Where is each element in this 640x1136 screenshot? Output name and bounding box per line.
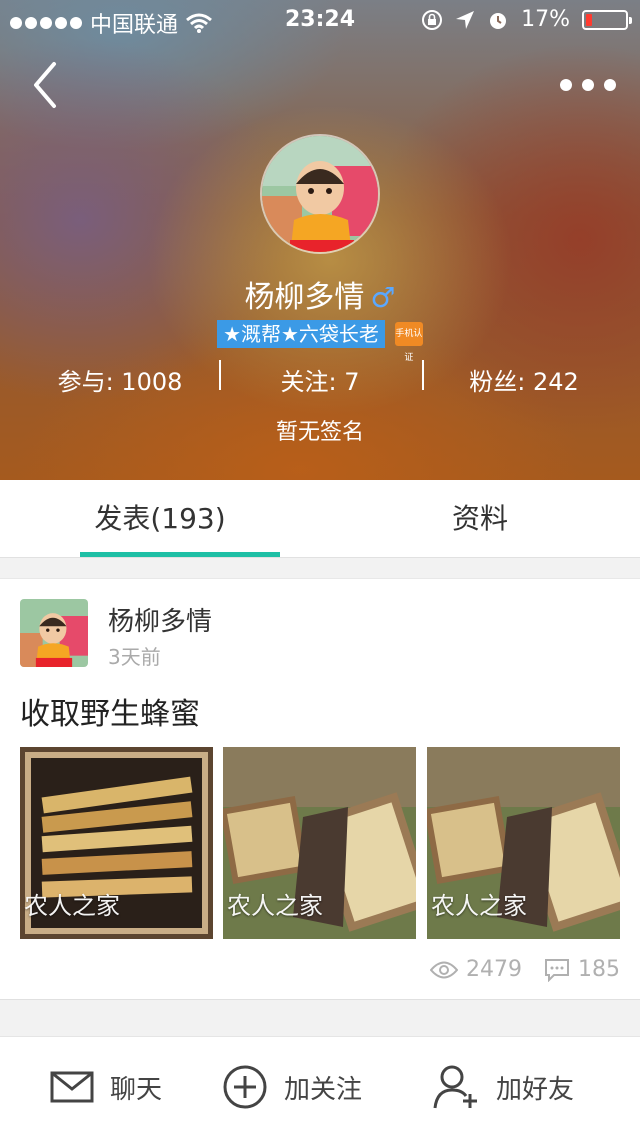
comment-icon: [545, 958, 569, 982]
post-image[interactable]: 农人之家: [20, 747, 213, 939]
alarm-icon: [490, 12, 507, 29]
profile-tabs: 发表(193) 资料: [0, 480, 640, 558]
post-author-name[interactable]: 杨柳多情: [108, 601, 212, 638]
active-tab-indicator: [80, 552, 280, 557]
watermark: 农人之家: [431, 892, 527, 920]
badge-row: ★溉帮★六袋长老 手机认证: [0, 320, 640, 363]
post-meta: 2479 185: [430, 957, 620, 982]
view-count: 2479: [466, 957, 522, 982]
stat-participate[interactable]: 参与: 1008: [40, 362, 200, 397]
stat-divider: [219, 360, 221, 390]
more-options-button[interactable]: [560, 70, 616, 100]
tab-posts[interactable]: 发表(193): [0, 480, 320, 558]
post-time: 3天前: [108, 645, 161, 669]
profile-header: 中国联通 23:24 17% 杨柳多情 ♂ ★溉帮★六袋长老 手机认证 参与: …: [0, 0, 640, 480]
add-user-icon: [433, 1065, 477, 1109]
post-author-avatar[interactable]: [20, 599, 88, 667]
post-image[interactable]: 农人之家: [223, 747, 416, 939]
profile-stats: 参与: 1008 关注: 7 粉丝: 242: [0, 356, 640, 396]
tab-profile[interactable]: 资料: [320, 480, 640, 558]
chat-button[interactable]: 聊天: [50, 1037, 162, 1136]
add-friend-label: 加好友: [496, 1074, 575, 1105]
location-arrow-icon: [456, 10, 475, 29]
mail-icon: [50, 1071, 94, 1103]
post-title[interactable]: 收取野生蜂蜜: [20, 689, 200, 733]
phone-verified-icon: 手机认证: [394, 322, 423, 363]
more-dot-icon: [560, 79, 572, 91]
plus-circle-icon: [223, 1065, 267, 1109]
battery-level: [586, 13, 592, 26]
stat-divider: [422, 360, 424, 390]
gender-male-icon: ♂: [370, 281, 396, 314]
battery-percent: 17%: [521, 7, 570, 32]
status-right: 17%: [421, 7, 632, 32]
watermark: 农人之家: [227, 892, 323, 920]
chevron-left-icon: [34, 62, 56, 108]
eye-icon: [430, 961, 458, 978]
post-image[interactable]: 农人之家: [427, 747, 620, 939]
more-dot-icon: [582, 79, 594, 91]
profile-signature: 暂无签名: [275, 420, 364, 445]
stat-fans[interactable]: 粉丝: 242: [444, 362, 604, 397]
title-badge: ★溉帮★六袋长老: [217, 320, 385, 348]
avatar-photo: [262, 136, 378, 252]
more-dot-icon: [604, 79, 616, 91]
comment-count: 185: [578, 957, 620, 982]
chat-label: 聊天: [110, 1074, 163, 1105]
profile-name-row: 杨柳多情 ♂: [0, 272, 640, 316]
rotation-lock-icon: [422, 9, 443, 30]
bottom-action-bar: 聊天 加关注 加好友: [0, 1036, 640, 1136]
watermark: 农人之家: [24, 892, 120, 920]
follow-button[interactable]: 加关注: [222, 1037, 362, 1136]
profile-name: 杨柳多情: [244, 280, 365, 315]
post-card[interactable]: 杨柳多情 3天前 收取野生蜂蜜 农人之家 农人之家 农人之家 2479 185: [0, 578, 640, 1000]
status-bar: 中国联通 23:24 17%: [0, 0, 640, 40]
add-friend-button[interactable]: 加好友: [432, 1037, 574, 1136]
stat-follow[interactable]: 关注: 7: [240, 362, 400, 397]
follow-label: 加关注: [284, 1074, 363, 1105]
battery-icon: [582, 9, 632, 30]
profile-avatar[interactable]: [260, 134, 380, 254]
avatar-photo: [20, 599, 88, 667]
back-button[interactable]: [28, 60, 68, 110]
